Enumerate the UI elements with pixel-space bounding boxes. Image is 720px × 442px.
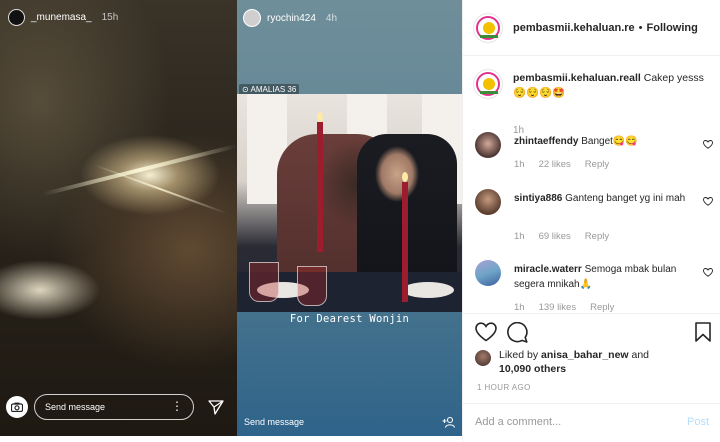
- like-heart-icon[interactable]: [703, 140, 713, 149]
- post-detail-panel: pembasmii.kehaluan.re • Following pembas…: [462, 0, 720, 442]
- story-reply-bar: Send message: [244, 416, 456, 428]
- comments-list[interactable]: pembasmii.kehaluan.reall Cakep yesss 😌😌😌…: [463, 57, 720, 312]
- like-heart-icon[interactable]: [475, 322, 497, 342]
- like-heart-icon[interactable]: [703, 197, 713, 206]
- comment-meta: 1h 69 likes Reply: [514, 231, 609, 242]
- send-message-input[interactable]: Send message: [244, 417, 304, 427]
- like-heart-icon[interactable]: [703, 268, 713, 277]
- light-flare: [42, 143, 237, 197]
- comment-body: Ganteng banget yg ini mah: [565, 193, 686, 204]
- avatar[interactable]: [8, 9, 25, 26]
- add-comment-row: Add a comment... Post: [463, 403, 720, 441]
- comment-likes[interactable]: 22 likes: [539, 159, 571, 170]
- comment-username[interactable]: miracle.waterr: [514, 264, 582, 275]
- story-header: ryochin424 4h: [243, 9, 337, 27]
- story-reply-bar: Send message ⋮: [6, 394, 224, 420]
- reply-button[interactable]: Reply: [585, 159, 609, 170]
- bookmark-icon[interactable]: [695, 322, 711, 342]
- more-options-icon[interactable]: ⋮: [171, 399, 183, 413]
- reply-button[interactable]: Reply: [585, 231, 609, 242]
- comment-text: zhintaeffendy Banget😋😋: [514, 134, 686, 149]
- avatar[interactable]: [243, 9, 261, 27]
- location-tag-label: AMALIAS 36: [250, 85, 297, 94]
- comment-icon[interactable]: [506, 322, 528, 343]
- send-icon[interactable]: [208, 399, 224, 415]
- liked-by-text: Liked by anisa_bahar_new and 10,090 othe…: [499, 348, 679, 376]
- send-message-input[interactable]: Send message ⋮: [34, 394, 194, 420]
- liked-by: Liked by anisa_bahar_new and 10,090 othe…: [475, 348, 679, 376]
- reply-button[interactable]: Reply: [590, 302, 614, 312]
- camera-button[interactable]: [6, 396, 28, 418]
- story-panel-2[interactable]: ryochin424 4h ⊙ AMALIAS 36 For Dearest W…: [237, 0, 462, 436]
- comment-username[interactable]: sintiya886: [514, 193, 562, 204]
- likes-count[interactable]: 10,090 others: [499, 363, 566, 375]
- post-comment-button[interactable]: Post: [687, 416, 709, 428]
- post-author-username[interactable]: pembasmii.kehaluan.re: [513, 22, 635, 34]
- add-friend-icon[interactable]: [442, 416, 456, 428]
- light-flare: [93, 164, 227, 214]
- post-timestamp: 1 HOUR AGO: [477, 383, 531, 392]
- comment-meta: 1h 22 likes Reply: [514, 159, 609, 170]
- comment-likes[interactable]: 69 likes: [539, 231, 571, 242]
- comment-time: 1h: [514, 302, 525, 312]
- story-username[interactable]: _munemasa_: [31, 12, 92, 23]
- story-username[interactable]: ryochin424: [267, 13, 316, 24]
- avatar[interactable]: [475, 189, 501, 215]
- liked-by-username[interactable]: anisa_bahar_new: [541, 349, 629, 361]
- liked-by-and: and: [631, 349, 650, 361]
- comment-meta: 1h 139 likes Reply: [514, 302, 614, 312]
- comment-time: 1h: [514, 159, 525, 170]
- action-icons-row: [475, 322, 711, 344]
- following-button[interactable]: Following: [647, 22, 698, 34]
- story-panel-1[interactable]: _munemasa_ 15h Send message ⋮: [0, 0, 237, 436]
- camera-icon: [11, 402, 23, 412]
- avatar[interactable]: [475, 260, 501, 286]
- send-message-placeholder: Send message: [45, 402, 106, 412]
- add-comment-input[interactable]: Add a comment...: [475, 416, 561, 428]
- comment-likes[interactable]: 139 likes: [539, 302, 577, 312]
- comment-username[interactable]: zhintaeffendy: [514, 136, 578, 147]
- story-time: 4h: [325, 12, 338, 24]
- story-photo: [237, 94, 462, 312]
- avatar[interactable]: [475, 132, 501, 158]
- comment-text: miracle.waterr Semoga mbak bulan segera …: [514, 262, 686, 292]
- story-caption: For Dearest Wonjin: [289, 313, 410, 325]
- comment-body: Banget😋😋: [581, 136, 638, 147]
- avatar[interactable]: [475, 350, 491, 366]
- caption-text: pembasmii.kehaluan.reall Cakep yesss 😌😌😌…: [513, 71, 713, 101]
- post-header: pembasmii.kehaluan.re • Following: [463, 0, 720, 56]
- caption-username[interactable]: pembasmii.kehaluan.reall: [513, 72, 641, 84]
- comment-text: sintiya886 Ganteng banget yg ini mah: [514, 191, 686, 206]
- separator-dot: •: [638, 21, 643, 34]
- post-actions: Liked by anisa_bahar_new and 10,090 othe…: [463, 313, 720, 441]
- comment-time: 1h: [514, 231, 525, 242]
- liked-by-prefix: Liked by: [499, 349, 539, 361]
- avatar[interactable]: [473, 12, 503, 43]
- avatar[interactable]: [473, 69, 503, 99]
- story-time: 15h: [101, 12, 119, 23]
- story-header: _munemasa_ 15h: [8, 9, 118, 26]
